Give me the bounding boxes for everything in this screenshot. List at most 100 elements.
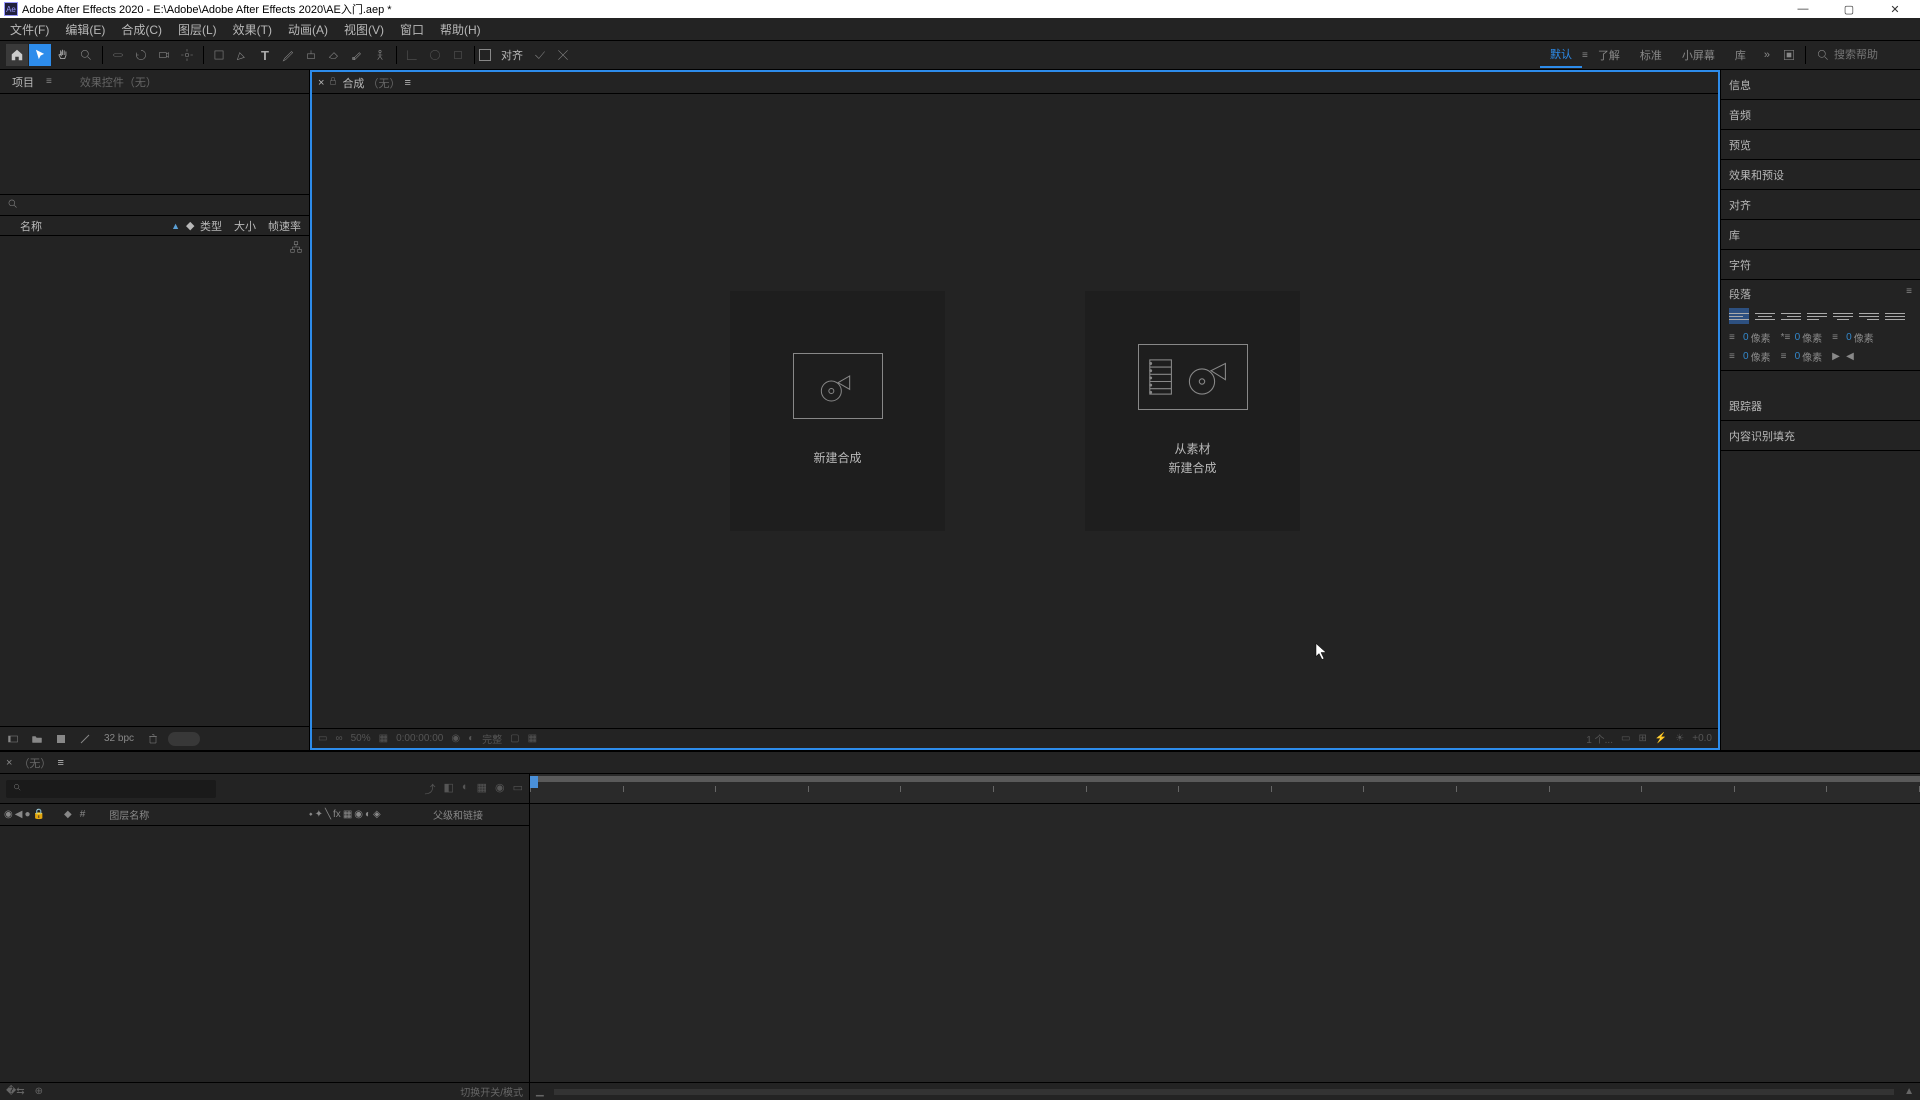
tab-effect-controls[interactable]: 效果控件（无）: [72, 74, 165, 90]
menu-layer[interactable]: 图层(L): [170, 21, 225, 38]
timeline-tab-none[interactable]: （无）: [18, 755, 51, 771]
clone-stamp-tool[interactable]: [300, 44, 322, 66]
workspace-small-screen[interactable]: 小屏幕: [1672, 43, 1725, 67]
align-center-button[interactable]: [1755, 308, 1775, 324]
from-footage-card[interactable]: 从素材新建合成: [1085, 291, 1300, 531]
zoom-dropdown[interactable]: 50%: [351, 733, 371, 744]
shy-icon[interactable]: ◐: [462, 781, 469, 797]
switch-adjustment-icon[interactable]: ◐: [365, 809, 371, 820]
menu-composition[interactable]: 合成(C): [113, 21, 170, 38]
workspace-standard[interactable]: 标准: [1630, 43, 1672, 67]
switch-quality-icon[interactable]: ╲: [325, 809, 331, 820]
workspace-learn[interactable]: 了解: [1588, 43, 1630, 67]
justify-last-right-button[interactable]: [1859, 308, 1879, 324]
panel-preview[interactable]: 预览: [1721, 130, 1920, 160]
pan-behind-tool[interactable]: [176, 44, 198, 66]
sort-arrow-icon[interactable]: ▲: [171, 221, 180, 231]
new-folder-icon[interactable]: [28, 731, 46, 747]
zoom-tool[interactable]: [75, 44, 97, 66]
flowchart-icon[interactable]: [289, 240, 303, 257]
menu-edit[interactable]: 编辑(E): [57, 21, 113, 38]
view-axis-icon[interactable]: [447, 44, 469, 66]
magnification-value[interactable]: ∞: [335, 733, 342, 744]
magnification-icon[interactable]: ▭: [318, 733, 327, 744]
new-composition-card[interactable]: 新建合成: [730, 291, 945, 531]
col-layer-name[interactable]: 图层名称: [89, 807, 309, 822]
panel-align[interactable]: 对齐: [1721, 190, 1920, 220]
panel-content-aware[interactable]: 内容识别填充: [1721, 421, 1920, 451]
toggle-switches-modes[interactable]: �⇆: [6, 1086, 25, 1097]
timeline-tab-menu-icon[interactable]: ≡: [57, 757, 63, 769]
space-before[interactable]: ≡0 像素: [1729, 349, 1771, 364]
menu-window[interactable]: 窗口: [392, 21, 432, 38]
window-maximize-button[interactable]: ▢: [1836, 2, 1862, 16]
panel-audio[interactable]: 音频: [1721, 100, 1920, 130]
menu-view[interactable]: 视图(V): [336, 21, 392, 38]
av-lock-icon[interactable]: 🔒: [32, 809, 44, 820]
indent-first[interactable]: *≡0 像素: [1781, 330, 1823, 345]
timeline-zoom-icon[interactable]: ⊕: [35, 1086, 43, 1097]
comp-canvas[interactable]: 新建合成 从素材新建合成: [312, 94, 1718, 728]
resolution-dropdown[interactable]: 完整: [482, 731, 502, 746]
timeline-zoom-slider[interactable]: [554, 1089, 1894, 1095]
col-number[interactable]: #: [76, 809, 90, 820]
pixel-aspect-icon[interactable]: ⊞: [1638, 733, 1646, 744]
camera-tool[interactable]: [153, 44, 175, 66]
switch-fx-icon[interactable]: fx: [333, 809, 341, 820]
menu-animation[interactable]: 动画(A): [280, 21, 336, 38]
zoom-out-icon[interactable]: ▁: [536, 1086, 544, 1097]
workspace-more-icon[interactable]: »: [1756, 49, 1778, 61]
show-channel-icon[interactable]: ◐: [468, 733, 474, 744]
menu-effect[interactable]: 效果(T): [225, 21, 280, 38]
search-help-input[interactable]: [1834, 49, 1914, 61]
snap-edge-icon[interactable]: [552, 44, 574, 66]
home-button[interactable]: [6, 44, 28, 66]
col-label[interactable]: ◆: [60, 809, 76, 820]
timecode[interactable]: 0:00:00:00: [396, 733, 443, 744]
panel-libraries[interactable]: 库: [1721, 220, 1920, 250]
comp-tab-name[interactable]: 合成 （无）: [342, 75, 400, 91]
rotation-tool[interactable]: [130, 44, 152, 66]
adjust-icon[interactable]: [76, 731, 94, 747]
justify-last-left-button[interactable]: [1807, 308, 1827, 324]
roi-icon[interactable]: ▢: [510, 733, 519, 744]
project-tab-menu-icon[interactable]: ≡: [46, 76, 52, 87]
paragraph-menu-icon[interactable]: ≡: [1906, 286, 1912, 302]
space-after[interactable]: ≡0 像素: [1781, 349, 1823, 364]
comp-tab-menu-icon[interactable]: ≡: [405, 77, 411, 89]
draft3d-icon[interactable]: ◧: [444, 781, 454, 797]
av-audio-icon[interactable]: ◀: [15, 809, 23, 820]
comp-tab-close-icon[interactable]: ×: [318, 77, 324, 89]
zoom-in-icon[interactable]: ▲: [1904, 1086, 1914, 1097]
color-depth[interactable]: 32 bpc: [100, 733, 138, 744]
frame-blend-icon[interactable]: ▦: [477, 781, 487, 797]
hand-tool[interactable]: [52, 44, 74, 66]
window-close-button[interactable]: ✕: [1882, 2, 1908, 16]
comp-mini-flowchart-icon[interactable]: ⤴: [425, 781, 436, 797]
menu-help[interactable]: 帮助(H): [432, 21, 489, 38]
tab-project[interactable]: 项目: [4, 74, 42, 90]
indent-right[interactable]: ≡0 像素: [1832, 330, 1874, 345]
sync-settings-icon[interactable]: [1778, 44, 1800, 66]
toggle-switches-label[interactable]: 切换开关/模式: [460, 1084, 523, 1099]
world-axis-icon[interactable]: [424, 44, 446, 66]
local-axis-icon[interactable]: [401, 44, 423, 66]
switch-shy-icon[interactable]: ⬩: [309, 809, 313, 820]
selection-tool[interactable]: [29, 44, 51, 66]
align-right-button[interactable]: [1781, 308, 1801, 324]
puppet-tool[interactable]: [369, 44, 391, 66]
orbit-tool[interactable]: [107, 44, 129, 66]
resolution-icon[interactable]: ▦: [379, 733, 388, 744]
rectangle-tool[interactable]: [208, 44, 230, 66]
graph-editor-icon[interactable]: ▭: [513, 781, 523, 797]
justify-all-button[interactable]: [1885, 308, 1905, 324]
eraser-tool[interactable]: [323, 44, 345, 66]
brush-tool[interactable]: [277, 44, 299, 66]
indent-left[interactable]: ≡0 像素: [1729, 330, 1771, 345]
col-name[interactable]: 名称: [2, 218, 171, 234]
av-video-icon[interactable]: ◉: [4, 809, 13, 820]
timeline-tracks[interactable]: [530, 804, 1920, 1082]
switch-motionblur-icon[interactable]: ◉: [354, 809, 363, 820]
snap-options-icon[interactable]: [529, 44, 551, 66]
exposure-icon[interactable]: ☀: [1675, 733, 1684, 744]
